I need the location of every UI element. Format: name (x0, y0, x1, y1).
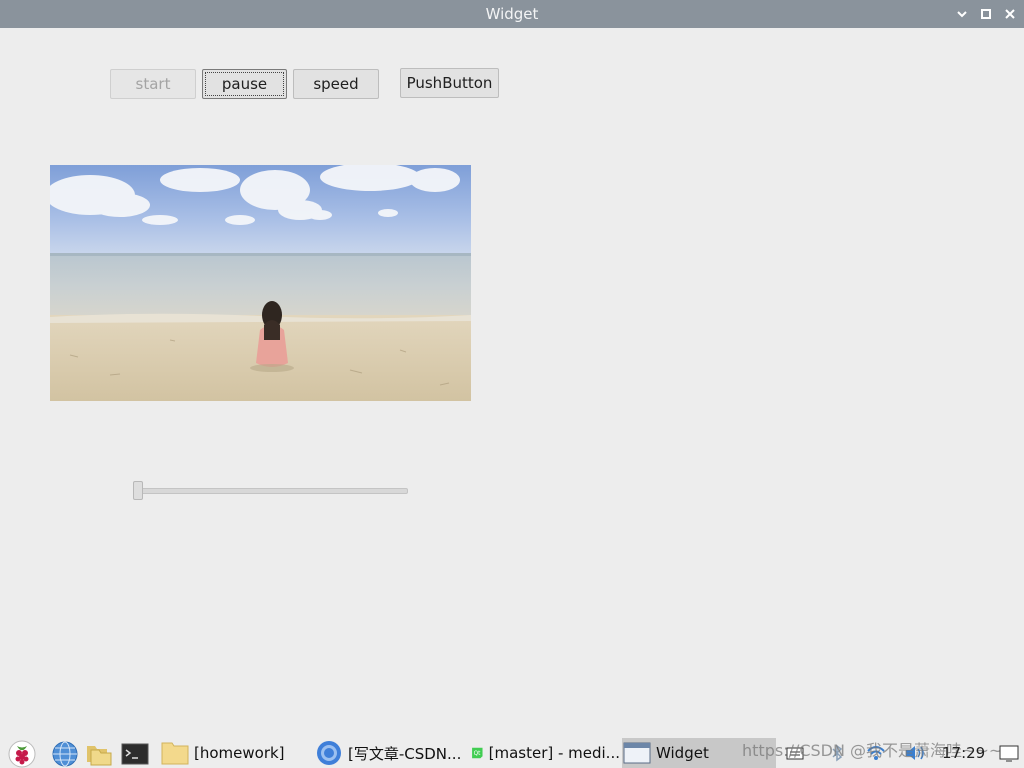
close-icon (1005, 9, 1015, 19)
task-label: [写文章-CSDN... (348, 744, 462, 763)
taskbar: [homework] [写文章-CSDN... Qt [master] - me… (0, 738, 1024, 768)
task-qt-creator[interactable]: Qt [master] - medi... (470, 738, 620, 768)
terminal-launcher[interactable] (120, 740, 150, 768)
task-label: [master] - medi... (488, 744, 620, 762)
terminal-icon (121, 743, 149, 765)
folders-icon (87, 746, 112, 766)
speed-button[interactable]: speed (293, 69, 379, 99)
raspberry-icon (8, 740, 36, 768)
maximize-button[interactable] (974, 0, 998, 28)
window-titlebar[interactable]: Widget (0, 0, 1024, 28)
task-homework[interactable]: [homework] (160, 738, 312, 768)
task-label: Widget (656, 744, 709, 762)
minimize-button[interactable] (950, 0, 974, 28)
window-title: Widget (485, 5, 539, 23)
chromium-icon (317, 741, 341, 765)
task-csdn-browser[interactable]: [写文章-CSDN... (314, 738, 466, 768)
folder-icon (161, 742, 189, 765)
beach-video-image (50, 165, 471, 401)
window-icon (623, 742, 651, 764)
show-desktop-button[interactable] (998, 738, 1020, 768)
progress-slider-track[interactable] (134, 488, 408, 494)
browser-launcher[interactable] (50, 740, 80, 768)
maximize-icon (981, 9, 991, 19)
close-button[interactable] (998, 0, 1022, 28)
chevron-down-icon (957, 11, 967, 18)
progress-slider-handle[interactable] (133, 481, 143, 500)
push-button[interactable]: PushButton (400, 68, 499, 98)
pause-button[interactable]: pause (202, 69, 287, 99)
raspberry-menu-button[interactable] (6, 740, 38, 768)
task-label: [homework] (194, 744, 285, 762)
start-button[interactable]: start (110, 69, 196, 99)
video-frame (50, 165, 471, 401)
file-manager-launcher[interactable] (84, 740, 114, 768)
globe-icon (52, 741, 78, 767)
desktop-icon (999, 745, 1019, 762)
qt-creator-icon: Qt (472, 747, 483, 759)
svg-text:Qt: Qt (474, 751, 482, 757)
clock[interactable]: 17:29 (942, 738, 985, 768)
